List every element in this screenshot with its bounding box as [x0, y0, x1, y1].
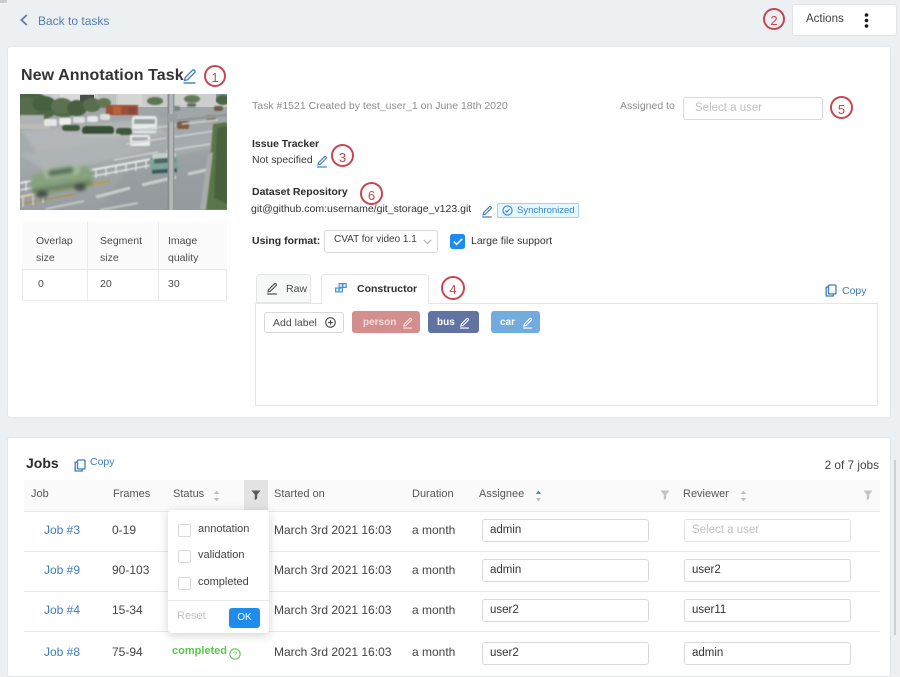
svg-text:?: ? [233, 650, 237, 659]
